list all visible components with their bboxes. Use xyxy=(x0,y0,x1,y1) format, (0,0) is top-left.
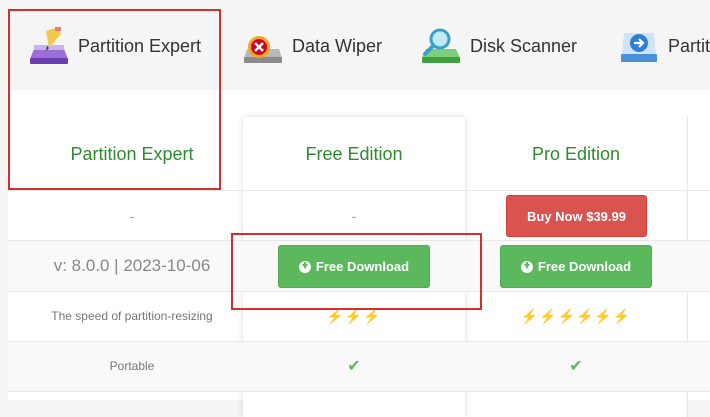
data-wiper-icon xyxy=(242,25,284,67)
download-icon xyxy=(520,260,533,273)
tab-label: Data Wiper xyxy=(292,35,383,56)
free-download-label: Free Download xyxy=(315,259,410,274)
tab-label: Partit xyxy=(668,35,710,56)
product-tabs: Partition Expert Data Wiper Disk Scanner xyxy=(0,0,710,90)
disk-scanner-icon xyxy=(420,25,462,67)
column-header-product: Partition Expert xyxy=(70,143,194,164)
download-icon xyxy=(298,260,311,273)
column-header-free: Free Edition xyxy=(305,143,403,164)
partition-icon xyxy=(618,25,660,67)
check-icon-pro: ✔ xyxy=(569,358,583,375)
buy-now-label: Buy Now $39.99 xyxy=(527,208,626,224)
version-info: v: 8.0.0 | 2023-10-06 xyxy=(53,256,211,275)
row-divider xyxy=(8,391,710,392)
speed-rating-free: ⚡⚡⚡ xyxy=(326,307,382,324)
row-divider xyxy=(8,240,710,241)
partition-expert-icon xyxy=(28,25,70,67)
buy-now-button[interactable]: Buy Now $39.99 xyxy=(506,195,647,237)
row-divider xyxy=(8,190,710,191)
free-download-label: Free Download xyxy=(537,259,632,274)
free-download-button-pro[interactable]: Free Download xyxy=(500,245,652,288)
tab-partition-expert[interactable]: Partition Expert xyxy=(28,22,201,70)
price-left-empty: - xyxy=(129,208,135,224)
tab-disk-scanner[interactable]: Disk Scanner xyxy=(420,22,577,70)
tab-label: Disk Scanner xyxy=(470,35,578,56)
tab-label: Partition Expert xyxy=(78,35,202,56)
feature-label-speed: The speed of partition-resizing xyxy=(51,309,213,323)
free-download-button-free[interactable]: Free Download xyxy=(278,245,430,288)
tab-partition[interactable]: Partit xyxy=(618,22,710,70)
feature-label-portable: Portable xyxy=(109,359,155,373)
tab-data-wiper[interactable]: Data Wiper xyxy=(242,22,382,70)
price-free-empty: - xyxy=(351,208,357,224)
column-header-pro: Pro Edition xyxy=(531,143,621,164)
speed-rating-pro: ⚡⚡⚡⚡⚡⚡ xyxy=(520,307,632,324)
check-icon-free: ✔ xyxy=(347,358,361,375)
